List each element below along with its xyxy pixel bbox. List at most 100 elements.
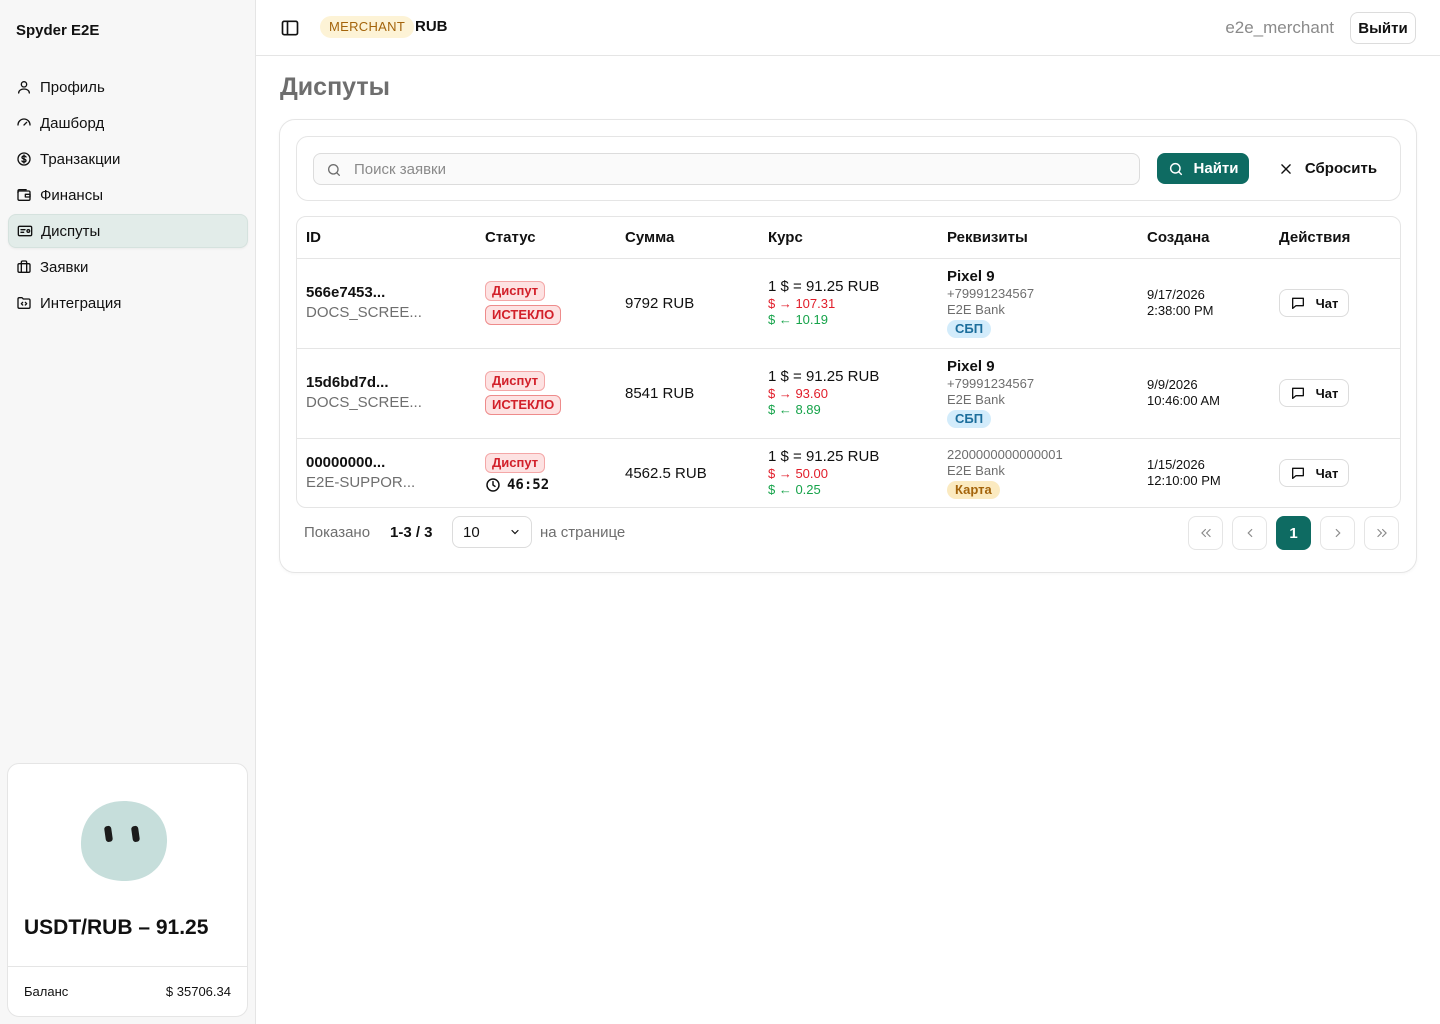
disputes-panel: Найти Сбросить ID Статус Сумма Курс Рекв… bbox=[279, 119, 1417, 573]
next-page-button[interactable] bbox=[1320, 516, 1355, 550]
table-row: 15d6bd7d... DOCS_SCREE... Диспут ИСТЕКЛО… bbox=[297, 348, 1400, 439]
sidebar-item-label: Диспуты bbox=[41, 222, 101, 240]
per-page-label: на странице bbox=[540, 524, 626, 541]
created-date: 1/15/2026 bbox=[1147, 457, 1205, 473]
find-button-label: Найти bbox=[1193, 160, 1239, 177]
payment-method-badge: СБП bbox=[947, 410, 992, 428]
folder-code-icon bbox=[17, 297, 31, 309]
search-icon bbox=[328, 164, 340, 176]
table-header-row: ID Статус Сумма Курс Реквизиты Создана Д… bbox=[297, 217, 1400, 259]
cell-id: 00000000... E2E-SUPPOR... bbox=[297, 438, 476, 507]
created-date: 9/17/2026 bbox=[1147, 287, 1205, 302]
logout-button[interactable]: Выйти bbox=[1350, 12, 1416, 44]
cell-id: 566e7453... DOCS_SCREE... bbox=[297, 258, 476, 349]
username: e2e_merchant bbox=[1225, 18, 1334, 37]
search-input[interactable] bbox=[354, 154, 1124, 184]
created-time: 2:38:00 PM bbox=[1147, 303, 1214, 318]
sidebar: Spyder E2E Профиль Дашборд Транзакции Фи… bbox=[0, 0, 256, 1024]
chevrons-left-icon bbox=[1200, 528, 1211, 538]
cell-rate: 1 $ = 91.25 RUB $ → 93.60 $ ← 8.89 bbox=[759, 348, 938, 439]
cell-created: 9/17/2026 2:38:00 PM bbox=[1138, 258, 1270, 349]
rate-in: $ ← 8.89 bbox=[768, 402, 821, 417]
first-page-button[interactable] bbox=[1188, 516, 1223, 550]
sidebar-item-integration[interactable]: Интеграция bbox=[8, 286, 248, 320]
mascot-icon bbox=[80, 801, 168, 882]
cell-amount: 4562.5 RUB bbox=[625, 464, 707, 482]
order-id: 566e7453... bbox=[306, 284, 386, 301]
cell-requisites: Pixel 9 +79991234567 E2E Bank СБП bbox=[938, 348, 1138, 439]
chevron-down-icon bbox=[511, 529, 519, 535]
sidebar-item-label: Заявки bbox=[40, 258, 89, 276]
sidebar-nav: Профиль Дашборд Транзакции Финансы Диспу… bbox=[8, 70, 248, 322]
order-id: 00000000... bbox=[306, 454, 386, 472]
search-field[interactable] bbox=[313, 153, 1140, 185]
rate-value: 1 $ = 91.25 RUB bbox=[768, 448, 880, 466]
balance-row: Баланс $ 35706.34 bbox=[8, 966, 247, 1016]
expired-badge: ИСТЕКЛО bbox=[485, 305, 562, 325]
cell-status: Диспут ИСТЕКЛО bbox=[476, 258, 616, 349]
balance-value: $ 35706.34 bbox=[165, 984, 231, 999]
status-badge: Диспут bbox=[485, 453, 546, 474]
last-page-button[interactable] bbox=[1364, 516, 1399, 550]
chat-button-label: Чат bbox=[1315, 385, 1339, 401]
briefcase-icon bbox=[17, 260, 31, 273]
rate-in: $ ← 0.25 bbox=[768, 482, 821, 498]
shown-range: 1-3 / 3 bbox=[390, 524, 433, 541]
pagination: Показано 1-3 / 3 10 на странице 1 bbox=[304, 516, 1401, 550]
cell-created: 1/15/2026 12:10:00 PM bbox=[1138, 438, 1270, 507]
clock-icon bbox=[486, 478, 500, 492]
payment-method-badge: Карта bbox=[947, 481, 1000, 500]
column-header-requisites: Реквизиты bbox=[938, 217, 1138, 259]
requisite-device: Pixel 9 bbox=[947, 268, 995, 285]
role-badge: MERCHANT bbox=[320, 16, 415, 38]
cell-created: 9/9/2026 10:46:00 AM bbox=[1138, 348, 1270, 439]
message-icon bbox=[1291, 467, 1304, 480]
balance-label: Баланс bbox=[24, 984, 69, 999]
status-badge: Диспут bbox=[485, 281, 546, 301]
sidebar-item-label: Дашборд bbox=[40, 114, 105, 132]
payment-method-badge: СБП bbox=[947, 320, 992, 338]
status-badge: Диспут bbox=[485, 371, 546, 391]
rate-value: 1 $ = 91.25 RUB bbox=[768, 368, 880, 385]
reset-button[interactable]: Сбросить bbox=[1263, 153, 1393, 184]
prev-page-button[interactable] bbox=[1232, 516, 1267, 550]
cell-actions: Чат bbox=[1270, 348, 1400, 439]
chat-button[interactable]: Чат bbox=[1279, 459, 1349, 488]
cell-id: 15d6bd7d... DOCS_SCREE... bbox=[297, 348, 476, 439]
requisite-card-number: 2200000000000001 bbox=[947, 447, 1063, 463]
column-header-actions: Действия bbox=[1270, 217, 1400, 259]
sidebar-item-profile[interactable]: Профиль bbox=[8, 70, 248, 104]
reset-button-label: Сбросить bbox=[1304, 160, 1378, 177]
chat-button[interactable]: Чат bbox=[1279, 379, 1349, 407]
sidebar-item-orders[interactable]: Заявки bbox=[8, 250, 248, 284]
column-header-id: ID bbox=[297, 217, 476, 259]
page-size-select[interactable]: 10 bbox=[452, 516, 532, 548]
cell-amount: 8541 RUB bbox=[616, 348, 759, 439]
requisite-bank: E2E Bank bbox=[947, 392, 1005, 407]
order-id: 15d6bd7d... bbox=[306, 374, 389, 391]
created-time: 10:46:00 AM bbox=[1147, 393, 1220, 408]
column-header-rate: Курс bbox=[759, 217, 938, 259]
timer-value: 46:52 bbox=[507, 477, 550, 494]
page-title: Диспуты bbox=[280, 73, 390, 101]
search-card: Найти Сбросить bbox=[296, 136, 1401, 201]
brand-name: Spyder E2E bbox=[16, 22, 100, 39]
sidebar-item-finances[interactable]: Финансы bbox=[8, 178, 248, 212]
requisite-bank: E2E Bank bbox=[947, 302, 1005, 317]
sidebar-item-label: Интеграция bbox=[40, 294, 122, 312]
rate-card: USDT/RUB – 91.25 Баланс $ 35706.34 bbox=[7, 763, 248, 1017]
page-button-current[interactable]: 1 bbox=[1276, 516, 1311, 550]
sidebar-item-transactions[interactable]: Транзакции bbox=[8, 142, 248, 176]
chat-button-label: Чат bbox=[1315, 295, 1339, 311]
chevron-left-icon bbox=[1246, 528, 1252, 538]
find-button[interactable]: Найти bbox=[1157, 153, 1249, 184]
user-icon bbox=[18, 81, 30, 94]
sidebar-item-dashboard[interactable]: Дашборд bbox=[8, 106, 248, 140]
shown-label: Показано bbox=[304, 524, 371, 541]
order-ref: DOCS_SCREE... bbox=[306, 394, 422, 411]
sidebar-item-disputes[interactable]: Диспуты bbox=[8, 214, 248, 248]
top-header: MERCHANT RUB e2e_merchant Выйти bbox=[256, 0, 1440, 56]
sidebar-toggle-icon[interactable] bbox=[280, 18, 300, 38]
close-icon bbox=[1281, 163, 1291, 174]
chat-button[interactable]: Чат bbox=[1279, 289, 1349, 317]
